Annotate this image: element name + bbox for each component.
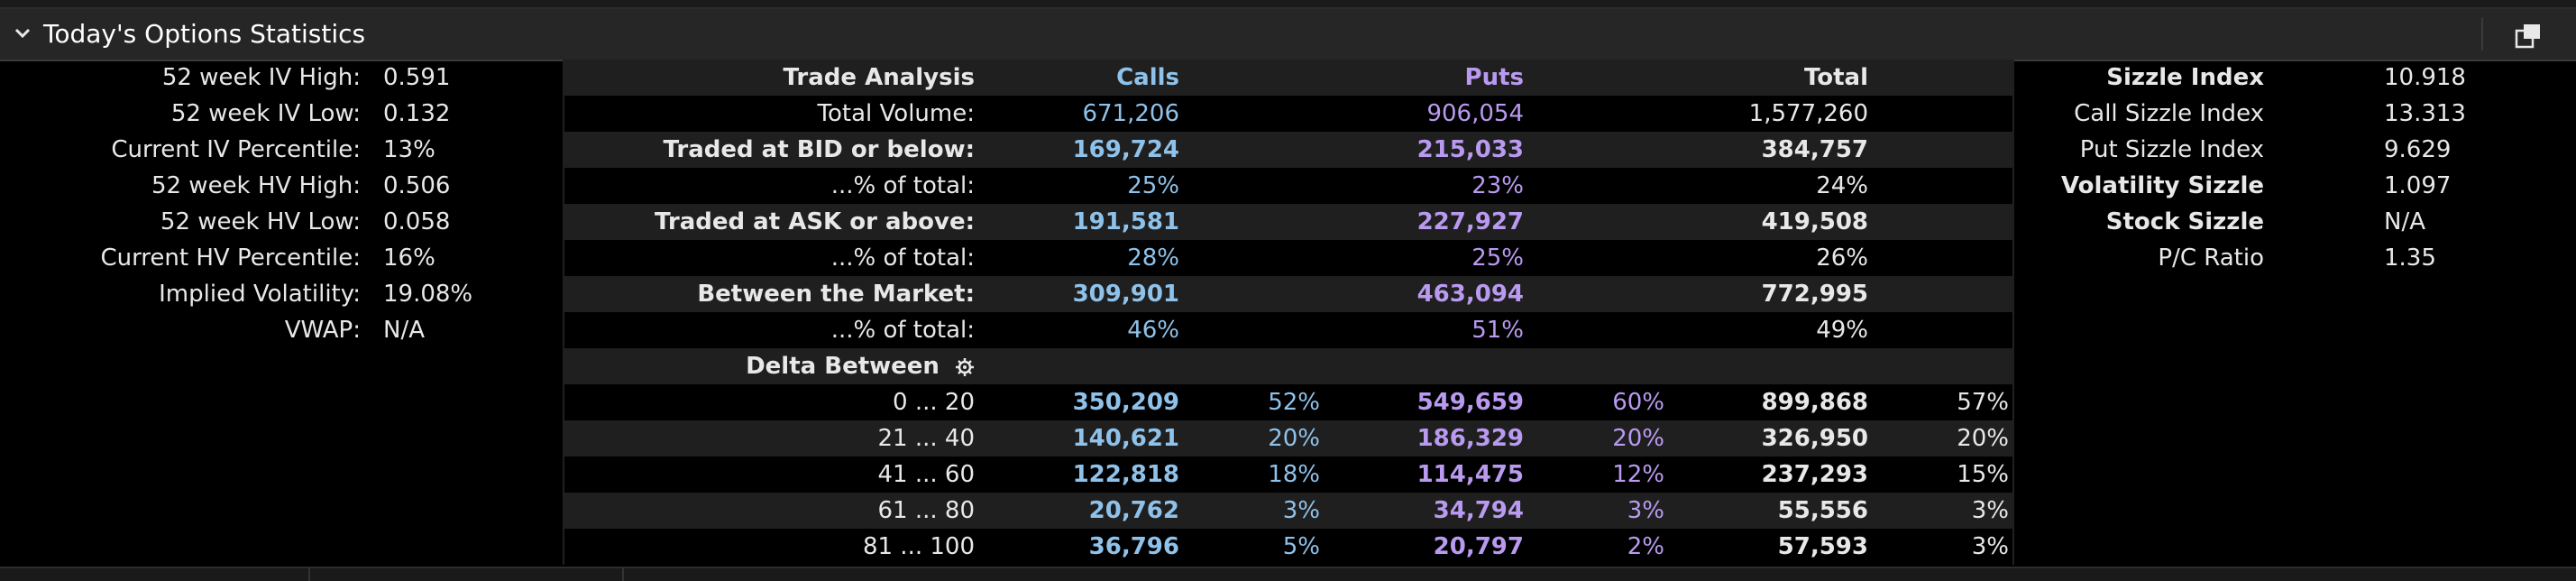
stat-label: 52 week IV Low: bbox=[170, 100, 361, 127]
stat-row: 52 week HV High: 0.506 bbox=[0, 168, 550, 204]
stat-label: 52 week HV High: bbox=[151, 172, 361, 199]
total-value: 384,757 bbox=[1761, 136, 1868, 163]
stat-label: 52 week HV Low: bbox=[160, 208, 361, 235]
sizzle-row: Call Sizzle Index 13.313 bbox=[2014, 96, 2576, 132]
table-row: Total Volume: 671,206 906,054 1,577,260 bbox=[564, 96, 2014, 132]
header-total: Total bbox=[1803, 64, 1868, 91]
table-row: Traded at BID or below: 169,724 215,033 … bbox=[564, 132, 2014, 168]
sizzle-row: Stock Sizzle N/A bbox=[2014, 204, 2576, 240]
sizzle-label: Stock Sizzle bbox=[2105, 208, 2264, 235]
sizzle-value: 10.918 bbox=[2384, 64, 2466, 91]
total-pct: 3% bbox=[1971, 533, 2009, 560]
sizzle-row: P/C Ratio 1.35 bbox=[2014, 240, 2576, 276]
total-pct: 15% bbox=[1957, 461, 2009, 488]
delta-row: 0 ... 20 350,209 52% 549,659 60% 899,868… bbox=[564, 384, 2014, 420]
header-divider bbox=[2481, 18, 2483, 51]
section-title: Today's Options Statistics bbox=[43, 19, 366, 49]
total-value: 49% bbox=[1816, 317, 1868, 344]
stat-label: Current HV Percentile: bbox=[100, 244, 361, 272]
stat-row: 52 week HV Low: 0.058 bbox=[0, 204, 550, 240]
delta-header[interactable]: Delta Between bbox=[564, 348, 975, 384]
stat-value: 0.506 bbox=[383, 172, 451, 199]
stat-row: 52 week IV Low: 0.132 bbox=[0, 96, 550, 132]
sizzle-label: Call Sizzle Index bbox=[2074, 100, 2264, 127]
stat-row: VWAP: N/A bbox=[0, 312, 550, 348]
total-value: 772,995 bbox=[1761, 281, 1868, 308]
sizzle-value: 9.629 bbox=[2384, 136, 2452, 163]
stat-value: 0.591 bbox=[383, 64, 451, 91]
delta-row: 61 ... 80 20,762 3% 34,794 3% 55,556 3% bbox=[564, 493, 2014, 529]
stat-row: 52 week IV High: 0.591 bbox=[0, 60, 550, 96]
total-value: 419,508 bbox=[1761, 208, 1868, 235]
table-row: ...% of total: 28% 25% 26% bbox=[564, 240, 2014, 276]
total-value: 1,577,260 bbox=[1748, 100, 1868, 127]
delta-header-row: Delta Between bbox=[564, 348, 2014, 384]
popout-window-icon[interactable] bbox=[2514, 22, 2543, 51]
stat-value: N/A bbox=[383, 317, 425, 344]
stat-label: Current IV Percentile: bbox=[111, 136, 361, 163]
sizzle-value: 13.313 bbox=[2384, 100, 2466, 127]
sizzle-value: 1.35 bbox=[2384, 244, 2436, 272]
sizzle-label: Volatility Sizzle bbox=[2060, 172, 2264, 199]
stat-row: Current HV Percentile: 16% bbox=[0, 240, 550, 276]
stat-label: Implied Volatility: bbox=[159, 281, 361, 308]
total-value: 26% bbox=[1816, 244, 1868, 272]
stat-value: 16% bbox=[383, 244, 435, 272]
stat-row: Current IV Percentile: 13% bbox=[0, 132, 550, 168]
delta-row: 41 ... 60 122,818 18% 114,475 12% 237,29… bbox=[564, 456, 2014, 493]
delta-row: 21 ... 40 140,621 20% 186,329 20% 326,95… bbox=[564, 420, 2014, 456]
stat-value: 13% bbox=[383, 136, 435, 163]
stat-value: 0.058 bbox=[383, 208, 451, 235]
table-row: Traded at ASK or above: 191,581 227,927 … bbox=[564, 204, 2014, 240]
table-row: ...% of total: 25% 23% 24% bbox=[564, 168, 2014, 204]
stat-row: Implied Volatility: 19.08% bbox=[0, 276, 550, 312]
sizzle-value: N/A bbox=[2384, 208, 2425, 235]
sizzle-row: Put Sizzle Index 9.629 bbox=[2014, 132, 2576, 168]
sizzle-label: P/C Ratio bbox=[2158, 244, 2264, 272]
total-value: 24% bbox=[1816, 172, 1868, 199]
stat-label: 52 week IV High: bbox=[161, 64, 361, 91]
total-pct: 3% bbox=[1971, 497, 2009, 524]
table-row: ...% of total: 46% 51% 49% bbox=[564, 312, 2014, 348]
top-strip bbox=[0, 0, 2576, 9]
gear-icon[interactable] bbox=[955, 357, 975, 377]
stat-value: 19.08% bbox=[383, 281, 473, 308]
stat-value: 0.132 bbox=[383, 100, 451, 127]
delta-header-label: Delta Between bbox=[746, 353, 940, 380]
section-header[interactable]: Today's Options Statistics bbox=[0, 9, 2576, 61]
trade-analysis-table: Trade Analysis Calls Puts Total Total Vo… bbox=[564, 60, 2014, 565]
chevron-down-icon[interactable] bbox=[13, 23, 32, 43]
sizzle-label: Put Sizzle Index bbox=[2079, 136, 2264, 163]
sizzle-label: Sizzle Index bbox=[2106, 64, 2264, 91]
table-row: Between the Market: 309,901 463,094 772,… bbox=[564, 276, 2014, 312]
sizzle-value: 1.097 bbox=[2384, 172, 2452, 199]
total-pct: 57% bbox=[1957, 389, 2009, 416]
delta-row: 81 ... 100 36,796 5% 20,797 2% 57,593 3% bbox=[564, 529, 2014, 565]
sizzle-row: Sizzle Index 10.918 bbox=[2014, 60, 2576, 96]
table-header-row: Trade Analysis Calls Puts Total bbox=[564, 60, 2014, 96]
total-pct: 20% bbox=[1957, 425, 2009, 452]
sizzle-row: Volatility Sizzle 1.097 bbox=[2014, 168, 2576, 204]
stat-label: VWAP: bbox=[284, 317, 361, 344]
